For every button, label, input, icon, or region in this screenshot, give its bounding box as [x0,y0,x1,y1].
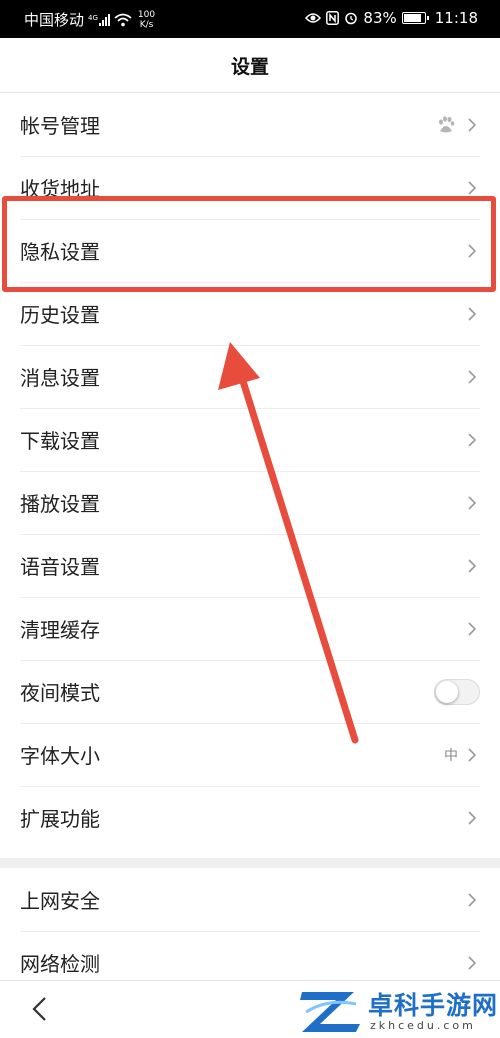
highlight-box [2,196,496,292]
chevron-right-icon [468,180,477,195]
settings-item-label: 清理缓存 [20,618,100,642]
chevron-right-icon [468,747,477,762]
settings-item-extensions[interactable]: 扩展功能 [0,786,500,849]
settings-item-label: 扩展功能 [20,807,100,831]
settings-item-label: 语音设置 [20,555,100,579]
eye-icon [305,13,322,23]
chevron-right-icon [468,306,477,321]
page-header: 设置 [0,38,500,93]
speed-value: 100 [137,9,156,20]
clock: 11:18 [434,9,478,27]
watermark-name: 卓科手游网 [368,991,499,1020]
carrier-name: 中国移动 [24,11,85,29]
chevron-right-icon [468,432,477,447]
status-left: 中国移动 4G 100 K/s [24,9,155,30]
chevron-right-icon [468,369,477,384]
network-speed: 100 K/s [138,10,155,30]
status-bar: 中国移动 4G 100 K/s 83% 11:18 [0,0,500,38]
settings-item-label: 历史设置 [20,303,100,327]
wifi-icon [114,13,132,26]
annotation-arrow [218,342,359,744]
speed-unit: K/s [139,19,154,30]
settings-item-label: 播放设置 [20,492,100,516]
watermark: 卓科手游网 zkhcedu.com [292,982,500,1038]
night-mode-toggle[interactable] [434,678,480,705]
watermark-logo-icon [300,992,360,1032]
nfc-icon [326,11,340,25]
battery-icon [401,12,429,24]
settings-group-network: 上网安全 网络检测 [0,868,500,980]
settings-item-security[interactable]: 上网安全 [0,868,500,931]
chevron-right-icon [468,955,477,970]
signal-icon: 4G [88,13,110,26]
back-arrow-icon[interactable] [30,995,50,1023]
settings-item-label: 消息设置 [20,366,100,390]
settings-item-label: 网络检测 [20,952,100,976]
baidu-paw-icon [439,115,455,132]
chevron-right-icon [468,892,477,907]
chevron-right-icon [468,495,477,510]
alarm-icon [345,12,358,25]
chevron-right-icon [468,117,477,132]
network-type: 4G [88,13,98,22]
battery-percent: 83% [363,9,397,27]
watermark-domain: zkhcedu.com [370,1019,476,1032]
chevron-right-icon [468,558,477,573]
settings-item-label: 夜间模式 [20,681,100,705]
settings-item-label: 上网安全 [20,889,100,913]
font-size-value: 中 [444,747,458,764]
settings-item-label: 字体大小 [20,744,100,768]
page-title: 设置 [230,55,269,78]
status-right: 83% 11:18 [305,9,478,27]
settings-item-account[interactable]: 帐号管理 [0,93,500,156]
toggle-knob [436,680,458,703]
settings-item-label: 帐号管理 [20,114,100,138]
settings-item-label: 下载设置 [20,429,100,453]
chevron-right-icon [468,621,477,636]
chevron-right-icon [468,810,477,825]
